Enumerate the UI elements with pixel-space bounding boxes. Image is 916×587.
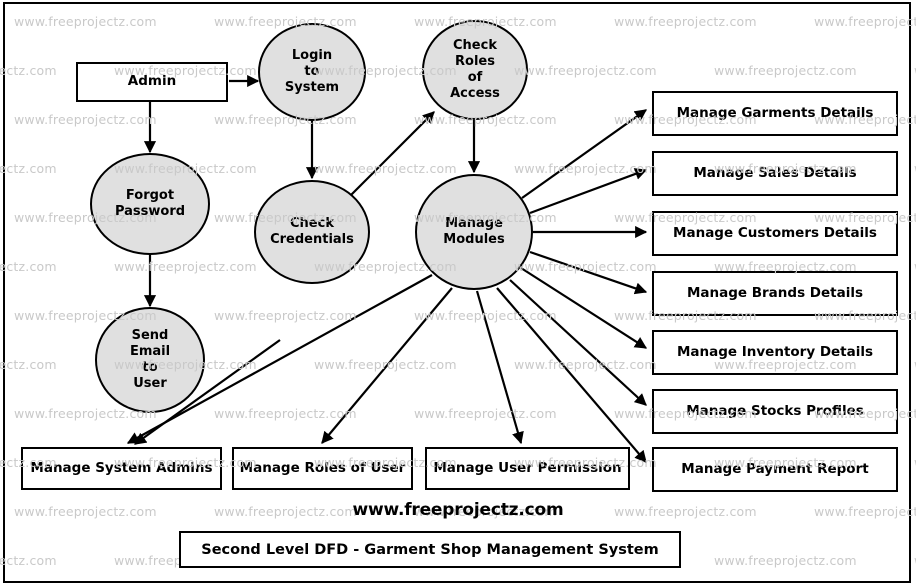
dfd-diagram-canvas: Admin Login to System Check Roles of Acc…	[0, 0, 916, 587]
process-check-roles-of-access[interactable]: Check Roles of Access	[422, 20, 528, 120]
link-modules-to-stocks	[509, 279, 647, 406]
module-label: Manage Brands Details	[686, 284, 864, 301]
module-manage-system-admins[interactable]: Manage System Admins	[21, 447, 222, 490]
process-forgot-password[interactable]: Forgot Password	[90, 153, 210, 255]
module-label: Manage Garments Details	[676, 104, 874, 121]
module-manage-user-permission[interactable]: Manage User Permission	[425, 447, 630, 490]
process-check-credentials-line-2: Credentials	[270, 232, 354, 247]
module-label: Manage Payment Report	[681, 460, 869, 477]
link-modules-to-sales	[529, 168, 648, 215]
module-label: Manage System Admins	[30, 459, 213, 476]
module-label: Manage Inventory Details	[676, 343, 874, 360]
module-label: Manage Sales Details	[693, 164, 857, 181]
process-check-roles-line-1: Check	[453, 37, 497, 53]
module-label: Manage User Permission	[433, 459, 622, 476]
site-caption: www.freeprojectz.com	[352, 500, 564, 520]
module-manage-inventory-details[interactable]: Manage Inventory Details	[652, 330, 898, 375]
process-forgot-password-line-2: Password	[114, 204, 186, 219]
link-modules-to-roles-of-user	[321, 287, 453, 444]
process-login-line-2: to	[304, 63, 320, 79]
process-manage-modules[interactable]: Manage Modules	[415, 174, 533, 290]
entity-admin-label: Admin	[127, 73, 177, 90]
link-modules-to-user-permission	[475, 290, 524, 445]
process-login-line-1: Login	[291, 47, 333, 63]
process-send-email-line-1: Send	[131, 327, 169, 343]
diagram-title: Second Level DFD - Garment Shop Manageme…	[201, 541, 659, 558]
module-label: Manage Customers Details	[673, 224, 877, 241]
process-check-credentials[interactable]: Check Credentials	[254, 180, 370, 284]
process-send-email-to-user[interactable]: Send Email to User	[95, 307, 205, 413]
diagram-title-box: Second Level DFD - Garment Shop Manageme…	[179, 531, 681, 568]
process-login-to-system[interactable]: Login to System	[258, 23, 366, 121]
process-check-roles-line-3: of	[467, 70, 483, 85]
process-send-email-line-4: User	[133, 376, 167, 392]
module-manage-garments-details[interactable]: Manage Garments Details	[652, 91, 898, 136]
module-label: Manage Roles of User	[239, 459, 406, 476]
link-check-credentials-to-check-roles	[349, 111, 435, 197]
process-send-email-line-2: Email	[129, 343, 171, 359]
process-check-roles-line-2: Roles	[455, 53, 495, 69]
process-send-email-line-3: to	[142, 360, 158, 375]
module-manage-sales-details[interactable]: Manage Sales Details	[652, 151, 898, 196]
entity-admin[interactable]: Admin	[76, 62, 228, 102]
link-modules-to-garments	[521, 109, 647, 199]
process-login-line-3: System	[284, 80, 340, 96]
module-manage-payment-report[interactable]: Manage Payment Report	[652, 447, 898, 492]
process-manage-modules-line-2: Modules	[443, 232, 505, 247]
process-check-roles-line-4: Access	[450, 86, 500, 102]
module-manage-roles-of-user[interactable]: Manage Roles of User	[232, 447, 413, 490]
module-manage-brands-details[interactable]: Manage Brands Details	[652, 271, 898, 316]
module-manage-stocks-profiles[interactable]: Manage Stocks Profiles	[652, 389, 898, 434]
process-forgot-password-line-1: Forgot	[125, 187, 175, 203]
module-manage-customers-details[interactable]: Manage Customers Details	[652, 211, 898, 256]
process-manage-modules-line-1: Manage	[445, 215, 503, 231]
process-check-credentials-line-1: Check	[290, 215, 334, 231]
module-label: Manage Stocks Profiles	[686, 402, 864, 419]
